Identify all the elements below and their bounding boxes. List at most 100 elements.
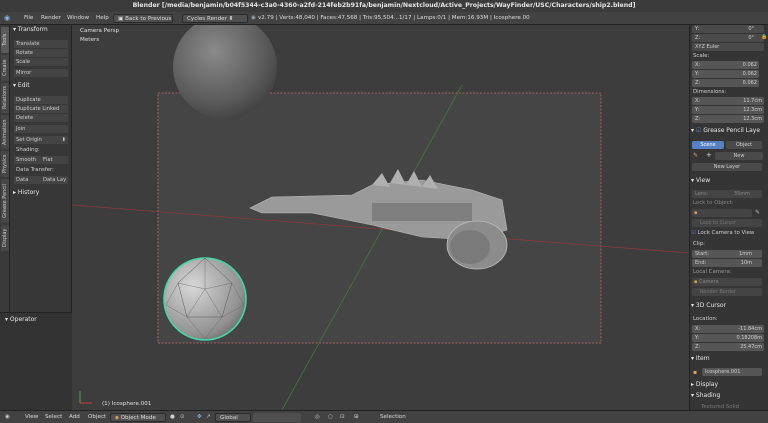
rotate-button[interactable]: Rotate <box>14 49 68 57</box>
3d-cursor-panel-header[interactable]: ▾ 3D Cursor <box>691 302 726 309</box>
clip-end-value: 10m <box>740 260 752 266</box>
axis-label: X: <box>695 326 701 332</box>
mirror-button[interactable]: Mirror <box>14 69 68 77</box>
smooth-button[interactable]: Smooth <box>14 156 41 164</box>
location-label: Location: <box>693 316 718 322</box>
gp-new-button[interactable]: New <box>715 152 763 160</box>
snap-icon[interactable]: ⊡ <box>340 413 345 422</box>
data-button[interactable]: Data <box>14 176 41 184</box>
history-panel-header[interactable]: ▸ History <box>10 188 39 198</box>
selection-label: Selection <box>380 414 406 420</box>
scale-button[interactable]: Scale <box>14 58 68 66</box>
transform-panel-header[interactable]: ▾ Transform <box>10 25 48 35</box>
menu-object[interactable]: Object <box>88 413 106 422</box>
tab-relations[interactable]: Relations <box>1 83 9 113</box>
cursor-x-field[interactable]: X: -11.84cm <box>692 325 764 333</box>
render-engine-select[interactable]: Cycles Render ⬍ <box>182 14 248 23</box>
menu-view[interactable]: View <box>25 413 38 422</box>
menu-help[interactable]: Help <box>96 14 109 23</box>
layers-grid[interactable] <box>253 413 301 422</box>
scale-x-field[interactable]: X: 0.062 <box>692 61 759 69</box>
viewport-canvas[interactable] <box>72 25 689 410</box>
rotation-z-field[interactable]: Z: 0° <box>692 34 764 42</box>
translate-button[interactable]: Translate <box>14 40 68 48</box>
menu-window[interactable]: Window <box>67 14 89 23</box>
scale-y-field[interactable]: Y: 0.062 <box>692 70 759 78</box>
lens-label: Lens: <box>695 191 709 197</box>
pencil-icon[interactable]: ✎ <box>693 152 698 159</box>
clip-start-field[interactable]: Start: 1mm <box>692 250 762 258</box>
tab-display[interactable]: Display <box>1 225 9 251</box>
cursor-z-field[interactable]: Z: 25.47cm <box>692 343 764 351</box>
local-camera-field[interactable]: ▪ Camera <box>692 278 762 286</box>
lock-icon[interactable]: 🔒 <box>761 34 767 40</box>
mode-select[interactable]: ▪ Object Mode <box>110 413 166 422</box>
lock-icon[interactable]: ◎ <box>315 413 320 422</box>
eyedropper-icon[interactable]: ✎ <box>755 209 760 216</box>
viewport-shading-icon[interactable]: ● <box>170 413 175 422</box>
flat-button[interactable]: Flat <box>41 156 68 164</box>
duplicate-button[interactable]: Duplicate <box>14 96 68 104</box>
menu-add[interactable]: Add <box>69 413 80 422</box>
menu-file[interactable]: File <box>24 14 33 23</box>
view-name-label: Camera Persp <box>80 28 120 34</box>
blender-logo-icon[interactable]: ◉ <box>4 14 10 23</box>
tab-tools[interactable]: Tools <box>1 27 9 53</box>
grease-pencil-title: Grease Pencil Laye <box>703 127 761 134</box>
proportional-edit-icon[interactable]: ○ <box>328 413 333 422</box>
display-panel-header[interactable]: ▸ Display <box>691 381 718 388</box>
operator-panel-header[interactable]: ▾ Operator <box>2 315 37 325</box>
dimension-z-field[interactable]: Z: 12.3cm <box>692 115 764 123</box>
axis-label: Y: <box>695 107 700 113</box>
tab-physics[interactable]: Physics <box>1 151 9 177</box>
dimension-x-field[interactable]: X: 11.7cm <box>692 97 764 105</box>
orientation-select[interactable]: Global <box>215 413 251 422</box>
translate-icon[interactable]: ↗ <box>206 413 211 422</box>
duplicate-linked-button[interactable]: Duplicate Linked <box>14 105 68 113</box>
checkbox-checked-icon[interactable]: ☑ <box>696 127 701 134</box>
item-name-field[interactable]: Icosphere.001 <box>702 368 762 376</box>
3d-viewport[interactable]: Camera Persp Meters (1) Icosphere.001 <box>72 25 689 410</box>
back-to-previous-button[interactable]: ▣ Back to Previous <box>113 14 173 23</box>
scale-y-value: 0.062 <box>742 71 757 77</box>
delete-button[interactable]: Delete <box>14 114 68 122</box>
render-border-checkbox[interactable]: Render Border <box>692 288 762 296</box>
clip-end-field[interactable]: End: 10m <box>692 259 762 267</box>
gp-scene-tab[interactable]: Scene <box>692 141 724 149</box>
rotation-y-field[interactable]: Y: 0° <box>692 25 764 33</box>
rotation-mode-label: XYZ Euler <box>695 44 720 50</box>
snap-target-icon[interactable]: ⊞ <box>354 413 359 422</box>
menu-render[interactable]: Render <box>41 14 61 23</box>
view-panel-header[interactable]: ▾ View <box>691 177 710 184</box>
tab-create[interactable]: Create <box>1 55 9 81</box>
edit-panel-header[interactable]: ▾ Edit <box>10 81 30 91</box>
plus-icon[interactable]: + <box>706 151 712 159</box>
dimension-z-value: 12.3cm <box>743 116 762 122</box>
tab-grease-pencil[interactable]: Grease Pencil <box>1 179 9 223</box>
tab-animation[interactable]: Animation <box>1 115 9 149</box>
rotation-mode-select[interactable]: XYZ Euler <box>692 43 764 51</box>
pivot-icon[interactable]: ⊙ <box>180 413 185 422</box>
cursor-x-value: -11.84cm <box>738 326 762 332</box>
cursor-y-field[interactable]: Y: 0.18208m <box>692 334 764 342</box>
camera-value: Camera <box>698 279 719 285</box>
view-title: View <box>695 177 711 184</box>
object-icon: ▪ <box>693 369 698 376</box>
editor-type-icon[interactable]: ◉ <box>5 413 10 422</box>
manipulator-icon[interactable]: ✥ <box>197 413 202 422</box>
lens-field[interactable]: Lens: 35mm <box>692 190 762 198</box>
dimension-y-field[interactable]: Y: 12.3cm <box>692 106 764 114</box>
lock-to-cursor-button[interactable]: Lock to Cursor <box>692 219 762 227</box>
lock-object-field[interactable]: ▪ <box>692 209 752 217</box>
gp-object-tab[interactable]: Object <box>726 141 762 149</box>
join-button[interactable]: Join <box>14 125 68 133</box>
shading-panel-header[interactable]: ▾ Shading <box>691 392 720 399</box>
gp-new-layer-button[interactable]: New Layer <box>692 163 762 171</box>
lock-camera-checkbox[interactable]: ☑ Lock Camera to View <box>691 230 754 236</box>
menu-select[interactable]: Select <box>45 413 62 422</box>
scale-z-field[interactable]: Z: 0.062 <box>692 79 759 87</box>
grease-pencil-panel-header[interactable]: ▾ ☑ Grease Pencil Laye <box>691 127 760 134</box>
set-origin-select[interactable]: Set Origin ⬍ <box>14 136 68 144</box>
item-panel-header[interactable]: ▾ Item <box>691 355 710 362</box>
data-layers-button[interactable]: Data Lay <box>41 176 68 184</box>
